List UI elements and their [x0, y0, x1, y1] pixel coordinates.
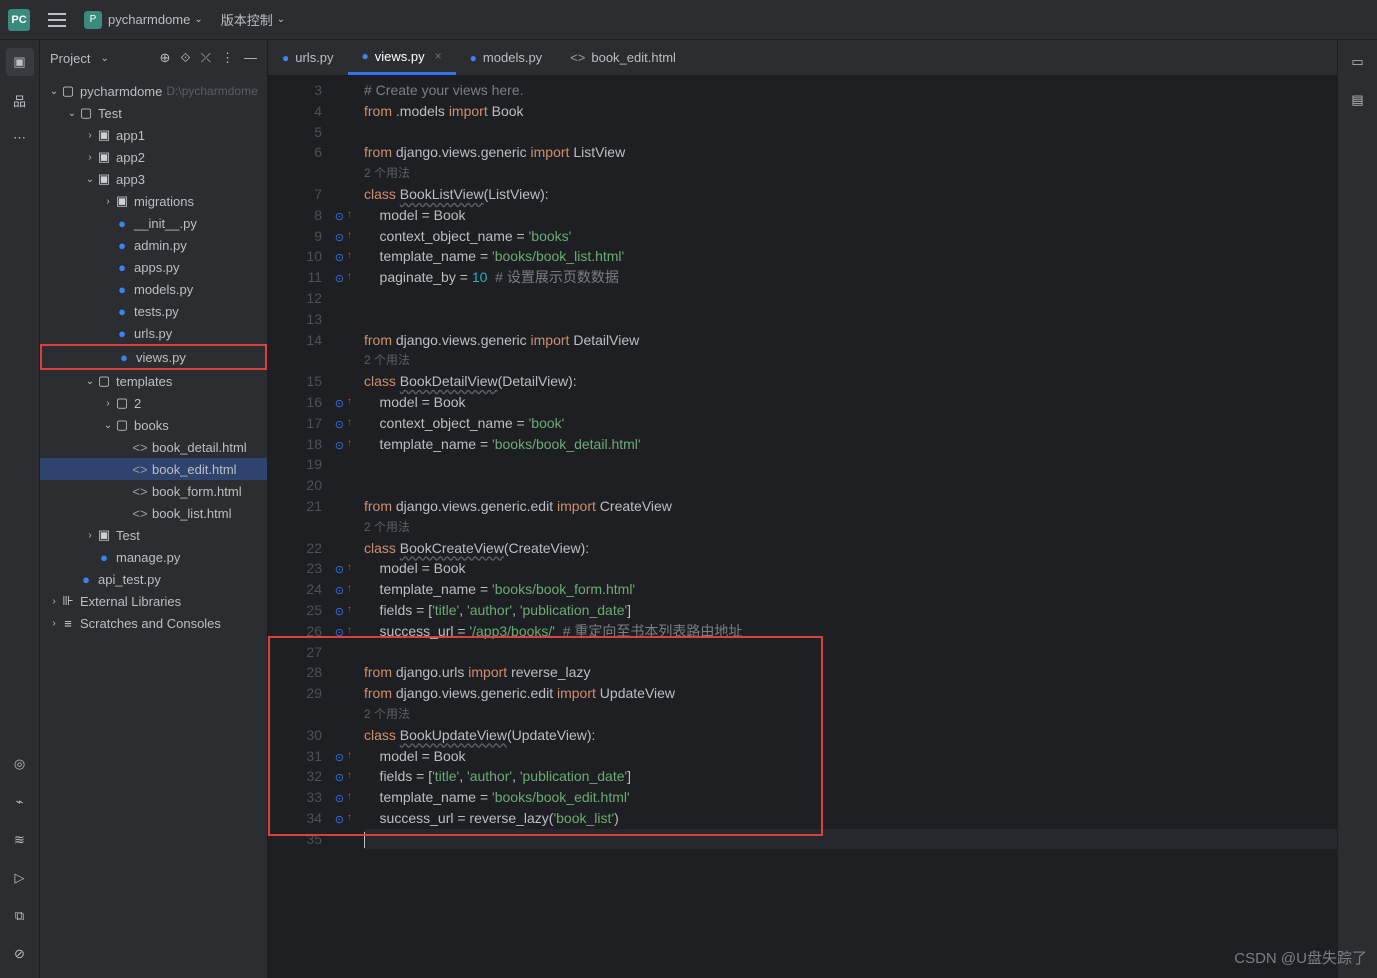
folder-icon[interactable]: ▣ [6, 48, 34, 76]
project-tree[interactable]: ⌄▢pycharmdomeD:\pycharmdome ⌄▢Test ›▣app… [40, 76, 267, 978]
python-icon[interactable]: ⌁ [6, 788, 34, 816]
tree-folder[interactable]: ⌄▢Test [40, 102, 267, 124]
pycharm-logo: PC [8, 9, 30, 31]
options-icon[interactable]: ⋮ [221, 50, 234, 66]
vcs-dropdown[interactable]: 版本控制 ⌄ [221, 10, 285, 29]
editor-area: ●urls.py ●views.py× ●models.py <>book_ed… [268, 40, 1337, 978]
tab-book-edit[interactable]: <>book_edit.html [556, 40, 690, 75]
project-title: Project [50, 51, 90, 66]
tree-file[interactable]: ●urls.py [40, 322, 267, 344]
main-menu-icon[interactable] [48, 13, 66, 27]
tree-file[interactable]: <>book_detail.html [40, 436, 267, 458]
chevron-down-icon: ⌄ [194, 14, 202, 25]
tree-folder[interactable]: ›▣app2 [40, 146, 267, 168]
run-icon[interactable]: ▷ [6, 864, 34, 892]
watermark: CSDN @U盘失踪了 [1234, 947, 1367, 968]
close-icon[interactable]: × [435, 49, 442, 63]
text-caret [364, 832, 365, 848]
editor-tabs: ●urls.py ●views.py× ●models.py <>book_ed… [268, 40, 1337, 76]
project-name: pycharmdome [108, 12, 190, 27]
tree-file[interactable]: ●manage.py [40, 546, 267, 568]
tree-external-libs[interactable]: ›⊪External Libraries [40, 590, 267, 612]
tree-file[interactable]: ●models.py [40, 278, 267, 300]
expand-all-icon[interactable]: ⟐ [180, 50, 190, 66]
problems-icon[interactable]: ⊘ [6, 940, 34, 968]
tree-file[interactable]: <>book_list.html [40, 502, 267, 524]
line-gutter: 3456 7 8⊙ 9⊙ 10⊙ 11⊙ 121314 15 16⊙ 17⊙ 1… [268, 76, 328, 978]
tree-folder[interactable]: ⌄▢books [40, 414, 267, 436]
python-console-icon[interactable]: ◎ [6, 750, 34, 778]
tab-urls[interactable]: ●urls.py [268, 40, 348, 75]
right-tool-rail: ▭ ▤ [1337, 40, 1377, 978]
editor-body[interactable]: 3456 7 8⊙ 9⊙ 10⊙ 11⊙ 121314 15 16⊙ 17⊙ 1… [268, 76, 1337, 978]
tree-folder[interactable]: ›▣app1 [40, 124, 267, 146]
tree-file[interactable]: ●admin.py [40, 234, 267, 256]
tree-file[interactable]: <>book_form.html [40, 480, 267, 502]
project-tool-window: Project ⌄ ⊕ ⟐ ⤫ ⋮ — ⌄▢pycharmdomeD:\pych… [40, 40, 268, 978]
tab-views[interactable]: ●views.py× [348, 40, 456, 75]
top-toolbar: PC P pycharmdome ⌄ 版本控制 ⌄ [0, 0, 1377, 40]
tree-root[interactable]: ⌄▢pycharmdomeD:\pycharmdome [40, 80, 267, 102]
services-icon[interactable]: ≋ [6, 826, 34, 854]
tree-file-selected[interactable]: <>book_edit.html [40, 458, 267, 480]
tree-folder[interactable]: ›▢2 [40, 392, 267, 414]
tree-folder[interactable]: ›▣migrations [40, 190, 267, 212]
collapse-all-icon[interactable]: ⤫ [201, 50, 211, 66]
terminal-icon[interactable]: ⧉ [6, 902, 34, 930]
tree-folder[interactable]: ›▣Test [40, 524, 267, 546]
tree-folder[interactable]: ⌄▢templates [40, 370, 267, 392]
tree-folder[interactable]: ⌄▣app3 [40, 168, 267, 190]
project-icon: P [84, 11, 102, 29]
left-tool-rail: ▣ 品 ⋯ ◎ ⌁ ≋ ▷ ⧉ ⊘ [0, 40, 40, 978]
database-icon[interactable]: ▤ [1344, 86, 1372, 114]
tree-file[interactable]: ●apps.py [40, 256, 267, 278]
more-icon[interactable]: ⋯ [6, 124, 34, 152]
tree-scratches[interactable]: ›≡Scratches and Consoles [40, 612, 267, 634]
project-header: Project ⌄ ⊕ ⟐ ⤫ ⋮ — [40, 40, 267, 76]
notifications-icon[interactable]: ▭ [1344, 48, 1372, 76]
project-dropdown[interactable]: P pycharmdome ⌄ [84, 11, 203, 29]
chevron-down-icon[interactable]: ⌄ [100, 53, 108, 64]
select-opened-icon[interactable]: ⊕ [159, 50, 170, 66]
tree-file[interactable]: ●api_test.py [40, 568, 267, 590]
tree-file-views[interactable]: ●views.py [40, 344, 267, 370]
structure-icon[interactable]: 品 [6, 86, 34, 114]
tree-file[interactable]: ●__init__.py [40, 212, 267, 234]
tab-models[interactable]: ●models.py [456, 40, 557, 75]
hide-icon[interactable]: — [244, 50, 257, 66]
tree-file[interactable]: ●tests.py [40, 300, 267, 322]
chevron-down-icon: ⌄ [277, 14, 285, 25]
code-content[interactable]: # Create your views here. from .models i… [356, 76, 1337, 978]
